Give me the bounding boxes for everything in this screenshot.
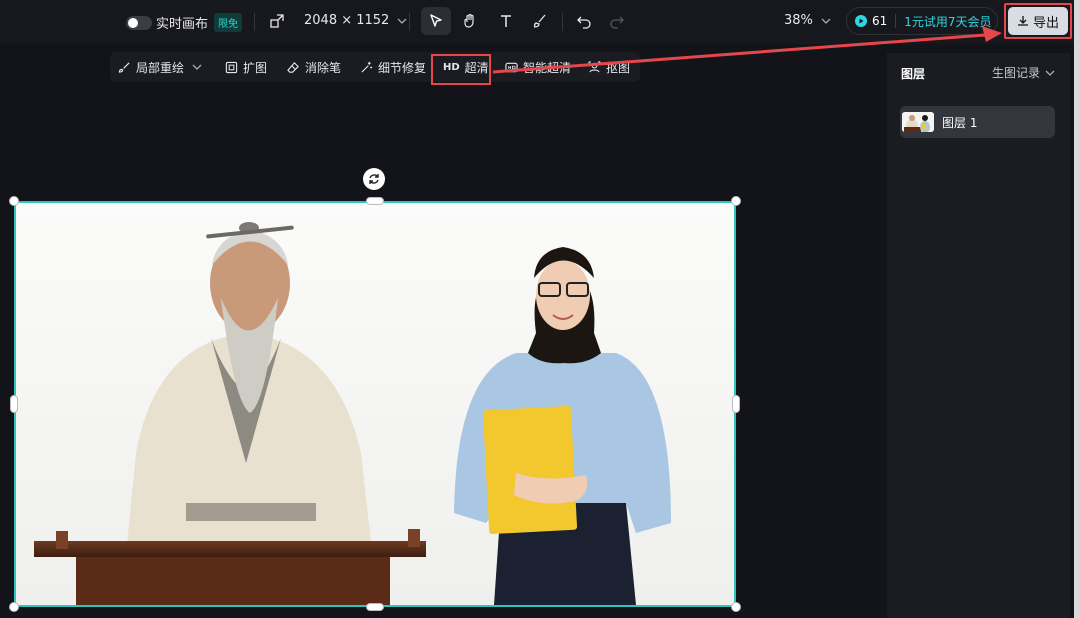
layer-name: 图层 1 [942,115,978,130]
history-label: 生图记录 [992,66,1041,80]
resize-handle[interactable] [732,395,740,413]
resize-handle[interactable] [366,197,384,205]
chevron-down-icon [397,18,407,24]
brush-icon [118,61,130,73]
play-coin-icon [855,15,867,27]
layer-item[interactable]: 图层 1 [900,106,1055,138]
hand-tool-button[interactable] [455,7,485,35]
realtime-label: 实时画布 [156,17,209,32]
rotate-handle[interactable] [363,168,385,190]
canvas-size-dropdown[interactable]: 2048 × 1152 [270,13,407,28]
edit-tools-strip: 局部重绘 扩图 消除笔 细节修复 HD 超清 智能超清 抠图 [110,52,640,82]
divider [562,13,563,31]
resize-handle[interactable] [731,602,741,612]
layers-panel: 图层 生图记录 图层 1 [887,53,1070,618]
chevron-down-icon [192,64,202,70]
tool-smart-hd[interactable]: 智能超清 [505,52,571,82]
cutout-icon [588,60,601,72]
chevron-down-icon [1045,70,1055,76]
undo-icon [577,16,591,29]
resize-handle[interactable] [731,196,741,206]
redo-button[interactable] [602,7,632,35]
zoom-value: 38% [784,13,813,28]
realtime-canvas-toggle[interactable]: 实时画布 限免 [126,13,243,32]
tool-label: 局部重绘 [136,60,185,75]
text-icon [501,15,511,27]
toggle-switch[interactable] [126,15,152,30]
tool-detail-repair[interactable]: 细节修复 [360,52,426,82]
tool-label: 抠图 [606,60,631,75]
text-tool-button[interactable] [491,7,521,35]
resize-handle[interactable] [366,603,384,611]
top-toolbar: 实时画布 限免 2048 × 1152 38% 61 1元试用7天会员 导出 [0,0,1080,44]
chevron-down-icon [821,18,831,24]
trial-link[interactable]: 1元试用7天会员 [904,13,991,30]
tool-cutout[interactable]: 抠图 [588,52,630,82]
undo-button[interactable] [569,7,599,35]
divider [254,13,255,31]
rotate-icon [369,174,379,184]
resize-handle[interactable] [10,395,18,413]
expand-icon [225,61,238,73]
layer-thumbnail [902,112,934,132]
export-highlight-box [1004,3,1072,39]
divider [409,13,410,31]
brush-tool-button[interactable] [525,7,555,35]
hd-highlight-box [431,54,491,85]
tool-label: 智能超清 [523,60,572,75]
hand-icon [464,13,474,28]
tool-label: 细节修复 [378,60,427,75]
canvas-size-value: 2048 × 1152 [304,13,390,28]
select-tool-button[interactable] [421,7,451,35]
tool-expand[interactable]: 扩图 [225,52,267,82]
image-canvas[interactable] [14,201,736,607]
tool-eraser[interactable]: 消除笔 [287,52,341,82]
generation-history-dropdown[interactable]: 生图记录 [992,64,1055,81]
scrollbar[interactable] [1074,0,1080,618]
divider [895,14,897,28]
panel-title: 图层 [901,67,926,81]
free-badge: 限免 [214,13,243,32]
resize-icon [270,13,284,28]
redo-icon [610,16,624,29]
hd-box-icon [505,62,518,72]
eraser-icon [287,61,299,73]
cursor-icon [430,14,442,27]
credits-pill[interactable]: 61 1元试用7天会员 [846,7,998,35]
editor-window: 实时画布 限免 2048 × 1152 38% 61 1元试用7天会员 导出 局… [0,0,1080,618]
tool-label: 消除笔 [305,60,342,75]
tool-inpaint[interactable]: 局部重绘 [118,52,207,82]
zoom-dropdown[interactable]: 38% [784,13,831,28]
resize-handle[interactable] [9,196,19,206]
tool-label: 扩图 [243,60,268,75]
brush-icon [533,14,546,28]
resize-handle[interactable] [9,602,19,612]
magic-wand-icon [361,61,373,73]
canvas-image [16,203,734,605]
credits-value: 61 [872,14,888,28]
